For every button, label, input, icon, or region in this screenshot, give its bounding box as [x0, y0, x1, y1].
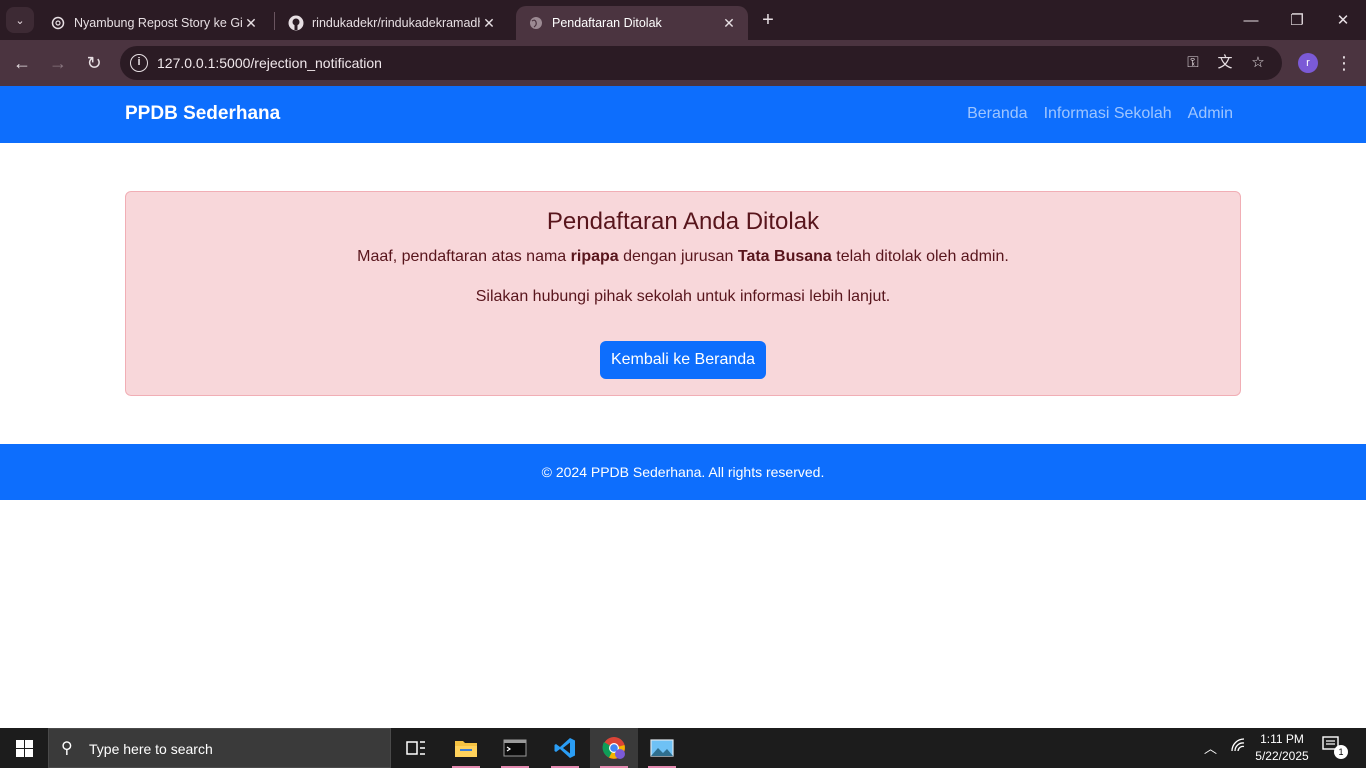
globe-icon [528, 15, 544, 31]
chrome-icon [602, 737, 625, 759]
tab-nyambung[interactable]: Nyambung Repost Story ke Gith ✕ [38, 6, 270, 40]
password-key-icon[interactable]: ⚿ [1183, 53, 1203, 73]
alert-title: Pendaftaran Anda Ditolak [546, 208, 820, 235]
nav-link-informasi-sekolah[interactable]: Informasi Sekolah [1044, 105, 1172, 123]
close-tab-icon[interactable]: ✕ [720, 15, 738, 32]
file-explorer-button[interactable] [442, 728, 490, 768]
rejection-alert: Pendaftaran Anda Ditolak Maaf, pendaftar… [125, 191, 1241, 396]
tab-github[interactable]: rindukadekr/rindukadekramadh ✕ [276, 6, 508, 40]
close-tab-icon[interactable]: ✕ [480, 15, 498, 32]
web-page: PPDB Sederhana Beranda Informasi Sekolah… [0, 86, 1366, 728]
vscode-button[interactable] [541, 728, 589, 768]
wifi-icon[interactable] [1230, 738, 1246, 755]
photos-button[interactable] [638, 728, 686, 768]
nav-link-admin[interactable]: Admin [1188, 105, 1233, 123]
tab-title: Pendaftaran Ditolak [552, 16, 662, 30]
close-tab-icon[interactable]: ✕ [242, 15, 260, 32]
applicant-major: Tata Busana [737, 248, 832, 265]
forward-arrow-icon[interactable]: → [44, 49, 72, 77]
clock-date: 5/22/2025 [1255, 749, 1309, 763]
profile-avatar[interactable]: r [1298, 53, 1318, 73]
terminal-icon [503, 739, 527, 757]
rejection-message: Maaf, pendaftaran atas nama ripapa denga… [126, 248, 1240, 266]
browser-toolbar: ← → ↻ i 127.0.0.1:5000/rejection_notific… [0, 40, 1366, 86]
footer-text: © 2024 PPDB Sederhana. All rights reserv… [541, 464, 825, 480]
tab-search-button[interactable]: ⌄ [6, 7, 34, 33]
windows-logo-icon [15, 739, 33, 757]
back-arrow-icon[interactable]: ← [8, 49, 36, 77]
message-middle: dengan jurusan [618, 248, 738, 265]
restore-icon[interactable]: ❐ [1274, 0, 1320, 40]
site-navbar: PPDB Sederhana Beranda Informasi Sekolah… [0, 86, 1366, 143]
minimize-icon[interactable]: — [1228, 0, 1274, 40]
openai-icon [50, 15, 66, 31]
nav-link-beranda[interactable]: Beranda [967, 105, 1028, 123]
taskbar-search[interactable]: ⚲ Type here to search [48, 728, 391, 768]
folder-icon [455, 741, 477, 757]
applicant-name: ripapa [570, 248, 619, 265]
clock-time: 1:11 PM [1260, 732, 1304, 746]
url-text[interactable]: 127.0.0.1:5000/rejection_notification [157, 55, 382, 71]
notification-badge: 1 [1334, 745, 1348, 759]
contact-message: Silakan hubungi pihak sekolah untuk info… [475, 288, 891, 305]
site-info-icon[interactable]: i [130, 54, 148, 72]
message-prefix: Maaf, pendaftaran atas nama [357, 248, 571, 265]
start-button[interactable] [0, 728, 48, 768]
tab-pendaftaran-ditolak[interactable]: Pendaftaran Ditolak ✕ [516, 6, 748, 40]
task-view-button[interactable] [392, 728, 440, 768]
search-icon: ⚲ [61, 740, 73, 757]
new-tab-button[interactable]: + [758, 8, 778, 32]
search-placeholder: Type here to search [89, 741, 213, 757]
bookmark-star-icon[interactable]: ☆ [1248, 53, 1268, 73]
windows-taskbar: ⚲ Type here to search ︿ 1:11 PM 5/22/202… [0, 728, 1366, 768]
menu-kebab-icon[interactable]: ⋮ [1334, 50, 1354, 76]
github-icon [288, 15, 304, 31]
translate-icon[interactable]: 文 [1215, 53, 1235, 73]
chrome-button[interactable] [590, 728, 638, 768]
chevron-up-icon[interactable]: ︿ [1204, 738, 1217, 757]
reload-icon[interactable]: ↻ [80, 49, 108, 77]
tab-separator [274, 12, 275, 30]
notification-center-icon[interactable]: 1 [1322, 736, 1348, 760]
back-to-home-button[interactable]: Kembali ke Beranda [600, 341, 766, 379]
photos-icon [650, 739, 674, 757]
address-bar[interactable]: i 127.0.0.1:5000/rejection_notification … [120, 46, 1282, 80]
site-brand[interactable]: PPDB Sederhana [125, 103, 280, 125]
vscode-icon [554, 738, 575, 758]
nav-links: Beranda Informasi Sekolah Admin [967, 105, 1233, 123]
system-clock[interactable]: 1:11 PM 5/22/2025 [1250, 731, 1314, 765]
tab-title: Nyambung Repost Story ke Gith [74, 16, 242, 30]
browser-tab-strip: ⌄ Nyambung Repost Story ke Gith ✕ rinduk… [0, 0, 1366, 40]
terminal-button[interactable] [491, 728, 539, 768]
site-footer: © 2024 PPDB Sederhana. All rights reserv… [0, 444, 1366, 500]
tab-title: rindukadekr/rindukadekramadh [312, 16, 480, 30]
message-suffix: telah ditolak oleh admin. [831, 248, 1009, 265]
close-window-icon[interactable]: ✕ [1320, 0, 1366, 40]
task-view-icon [406, 741, 425, 755]
